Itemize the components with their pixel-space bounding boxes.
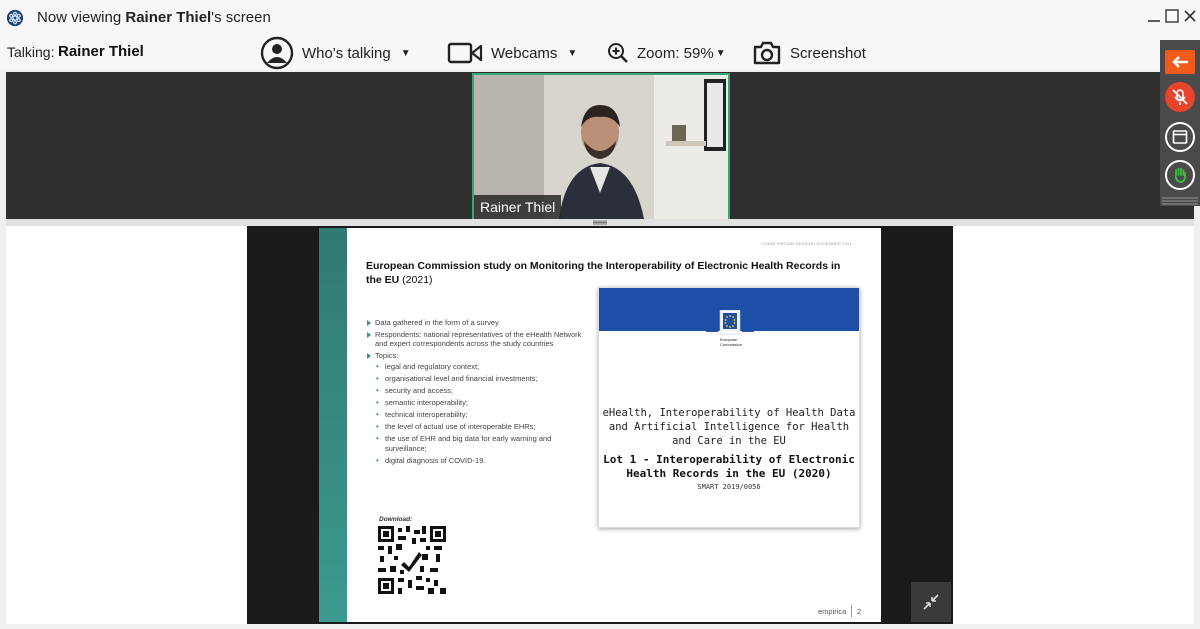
report-title: Lot 1 - Interoperability of Electronic H… xyxy=(603,453,855,480)
webcam-name-label: Rainer Thiel xyxy=(474,195,562,219)
talking-label: Talking: xyxy=(7,44,55,60)
slide-brand: empirica xyxy=(818,607,847,616)
qr-code-icon xyxy=(378,526,446,594)
raise-hand-button[interactable] xyxy=(1165,160,1195,190)
list-item: digital diagnosis of COVID-19. xyxy=(375,456,588,466)
list-item: Respondents: national representatives of… xyxy=(366,330,588,349)
chevron-down-icon: ▼ xyxy=(400,47,411,59)
list-item: Topics: legal and regulatory context; or… xyxy=(366,351,588,465)
whos-talking-label: Who's talking xyxy=(302,44,391,62)
toolbar: Talking: Rainer Thiel Who's talking ▼ We… xyxy=(0,36,1200,70)
slide-accent-bar xyxy=(319,228,347,622)
eu-commission-logo-icon: European Commission xyxy=(706,310,754,347)
panel-resize-grip-icon[interactable] xyxy=(1160,196,1200,206)
mute-microphone-button[interactable] xyxy=(1165,82,1195,112)
report-cover: European Commission eHealth, Interoperab… xyxy=(598,287,860,528)
exit-panel-button[interactable] xyxy=(1165,50,1195,74)
slide-page-number: 2 xyxy=(857,607,862,616)
close-icon[interactable] xyxy=(1182,8,1198,24)
arrow-left-icon xyxy=(1172,56,1188,68)
zoom-label: Zoom: 59% xyxy=(637,44,714,62)
window-view-button[interactable] xyxy=(1165,122,1195,152)
maximize-icon[interactable] xyxy=(1164,8,1180,24)
talking-name: Rainer Thiel xyxy=(58,43,144,60)
presenter-name: Rainer Thiel xyxy=(125,9,212,26)
window-title: Now viewing Rainer Thiel's screen xyxy=(37,9,271,26)
shared-slide: CODIR VIRTUAL SESSION NOVEMBER 2021 Euro… xyxy=(319,228,881,622)
chevron-down-icon: ▼ xyxy=(715,47,726,59)
microphone-muted-icon xyxy=(1172,89,1188,105)
list-item: legal and regulatory context; xyxy=(375,362,588,372)
slide-title: European Commission study on Monitoring … xyxy=(366,260,841,286)
webcams-label: Webcams xyxy=(491,44,558,62)
drag-handle-icon[interactable] xyxy=(592,220,608,225)
camera-icon xyxy=(753,41,781,65)
slide-bullet-list: Data gathered in the form of a survey Re… xyxy=(366,318,588,468)
list-item: organisational level and financial inves… xyxy=(375,374,588,384)
list-item: the level of actual use of interoperable… xyxy=(375,422,588,432)
list-item: technical interoperability; xyxy=(375,410,588,420)
topics-list: legal and regulatory context; organisati… xyxy=(375,362,588,465)
title-bar: Now viewing Rainer Thiel's screen xyxy=(0,0,1200,36)
screenshot-label: Screenshot xyxy=(790,44,866,62)
whos-talking-button[interactable]: Who's talking ▼ xyxy=(260,36,411,70)
list-item: the use of EHR and big data for early wa… xyxy=(375,434,588,453)
webcam-icon xyxy=(447,42,483,64)
slide-footer-divider xyxy=(851,605,852,617)
chevron-down-icon: ▼ xyxy=(567,47,578,59)
collapse-view-button[interactable] xyxy=(911,582,951,622)
webcams-button[interactable]: Webcams ▼ xyxy=(447,36,577,70)
report-code: SMART 2019/0056 xyxy=(697,483,761,491)
window-icon xyxy=(1172,130,1188,144)
raise-hand-icon xyxy=(1174,167,1186,183)
report-subtitle: eHealth, Interoperability of Health Data… xyxy=(602,407,856,447)
list-item: semantic interoperability; xyxy=(375,398,588,408)
minimize-icon[interactable] xyxy=(1146,8,1162,24)
webcam-video[interactable]: Rainer Thiel xyxy=(472,73,730,221)
person-icon xyxy=(260,36,294,70)
zoom-button[interactable]: Zoom: 59% ▼ xyxy=(607,36,726,70)
zoom-in-icon xyxy=(608,43,628,63)
screenshot-button[interactable]: Screenshot xyxy=(752,36,866,70)
side-control-panel xyxy=(1160,40,1200,206)
logo-text-line2: Commission xyxy=(720,342,742,347)
list-item: security and access; xyxy=(375,386,588,396)
list-item: Data gathered in the form of a survey xyxy=(366,318,588,328)
collapse-arrows-icon xyxy=(923,594,939,610)
download-label: Download: xyxy=(379,516,413,523)
app-logo-icon xyxy=(6,9,24,27)
slide-header: CODIR VIRTUAL SESSION NOVEMBER 2021 xyxy=(761,241,852,246)
